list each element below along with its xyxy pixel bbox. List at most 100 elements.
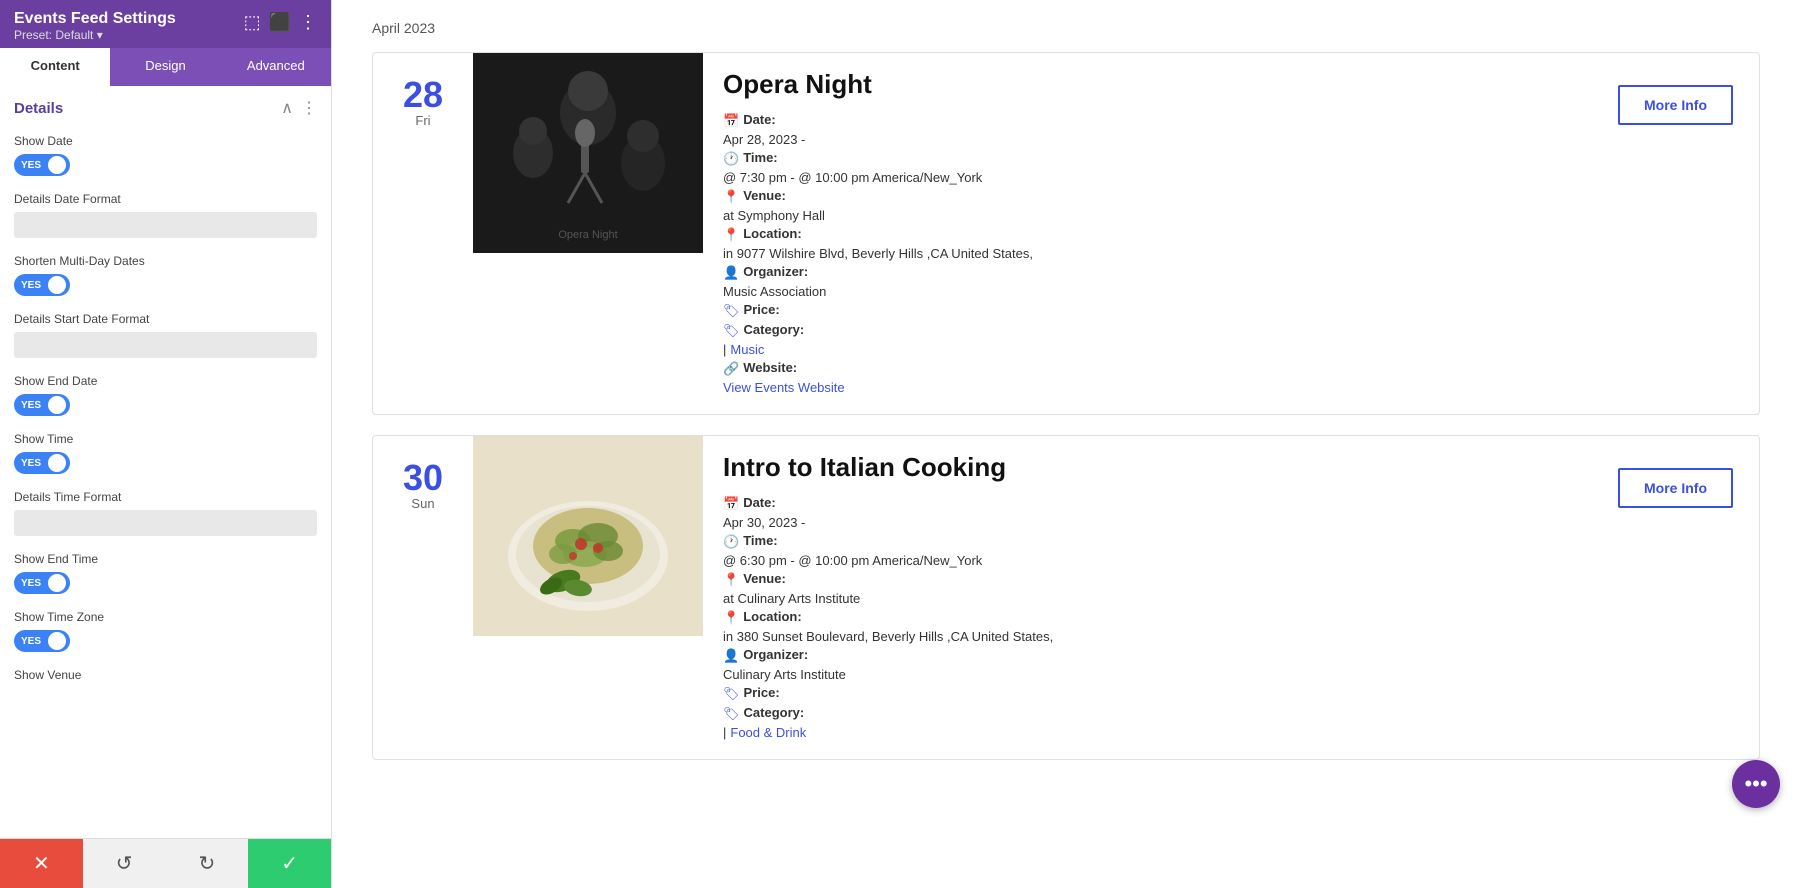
toggle-yes-label-2: YES: [16, 278, 46, 293]
close-button[interactable]: ✕: [0, 839, 83, 888]
show-time-toggle[interactable]: YES: [14, 452, 70, 474]
details-time-format-input[interactable]: [14, 510, 317, 536]
toggle-yes-label-5: YES: [16, 576, 46, 591]
cooking-day-name: Sun: [411, 496, 434, 511]
details-start-date-format-label: Details Start Date Format: [14, 312, 317, 326]
price-icon: 🏷: [723, 303, 740, 319]
toggle-knob-3: [48, 396, 66, 414]
opera-organizer-row: 👤 Organizer:: [723, 264, 1588, 281]
left-panel: Events Feed Settings Preset: Default ▾ ⬚…: [0, 0, 332, 888]
opera-website-row: 🔗 Website:: [723, 360, 1588, 377]
opera-location-label: Location:: [743, 226, 802, 241]
panel-title: Events Feed Settings: [14, 10, 176, 28]
show-end-time-toggle[interactable]: YES: [14, 572, 70, 594]
expand-icon[interactable]: ⬚: [244, 12, 261, 33]
cooking-details: Intro to Italian Cooking 📅 Date: Apr 30,…: [703, 436, 1608, 759]
opera-organizer-label: Organizer:: [743, 264, 808, 279]
show-time-label: Show Time: [14, 432, 317, 446]
event-card-opera: 28 Fri Opera Night: [372, 52, 1760, 415]
opera-card-right: More Info: [1608, 53, 1759, 141]
show-time-zone-toggle[interactable]: YES: [14, 630, 70, 652]
tab-design[interactable]: Design: [110, 48, 220, 86]
show-time-zone-row: Show Time Zone YES: [0, 602, 331, 660]
cooking-category-link[interactable]: Food & Drink: [730, 725, 806, 740]
cooking-organizer-row: 👤 Organizer:: [723, 647, 1588, 664]
section-header-icons: ∧ ⋮: [281, 98, 317, 118]
show-date-row: Show Date YES: [0, 126, 331, 184]
details-section-header: Details ∧ ⋮: [0, 86, 331, 126]
panel-header: Events Feed Settings Preset: Default ▾ ⬚…: [0, 0, 331, 48]
details-section-title: Details: [14, 100, 63, 117]
show-end-time-row: Show End Time YES: [0, 544, 331, 602]
opera-location-row: 📍 Location:: [723, 226, 1588, 243]
panel-body: Details ∧ ⋮ Show Date YES Details Date F…: [0, 86, 331, 838]
cooking-location-label: Location:: [743, 609, 802, 624]
toggle-yes-label-3: YES: [16, 398, 46, 413]
cooking-category-prefix: |: [723, 725, 726, 740]
cooking-title: Intro to Italian Cooking: [723, 452, 1588, 483]
show-venue-label: Show Venue: [14, 668, 317, 682]
cooking-time-value-row: @ 6:30 pm - @ 10:00 pm America/New_York: [723, 553, 1588, 568]
floating-bubble[interactable]: •••: [1732, 760, 1780, 808]
cooking-category-label: Category:: [744, 705, 805, 720]
cooking-image: [473, 436, 703, 636]
toggle-knob-2: [48, 276, 66, 294]
bubble-icon: •••: [1744, 771, 1767, 797]
opera-location-value-row: in 9077 Wilshire Blvd, Beverly Hills ,CA…: [723, 246, 1588, 261]
svg-text:Opera Night: Opera Night: [558, 229, 617, 241]
cooking-venue-value: at Culinary Arts Institute: [723, 591, 860, 606]
confirm-button[interactable]: ✓: [248, 839, 331, 888]
show-end-date-toggle[interactable]: YES: [14, 394, 70, 416]
venue-icon: 📍: [723, 189, 739, 205]
cooking-location-row: 📍 Location:: [723, 609, 1588, 626]
reset-button[interactable]: ↺: [83, 839, 166, 888]
show-venue-row: Show Venue: [0, 660, 331, 696]
price-icon-2: 🏷: [723, 686, 740, 702]
calendar-icon-2: 📅: [723, 496, 739, 512]
show-date-toggle[interactable]: YES: [14, 154, 70, 176]
collapse-icon[interactable]: ∧: [281, 98, 293, 118]
cooking-category-row: 🏷 Category:: [723, 705, 1588, 722]
opera-time-label: Time:: [743, 150, 777, 165]
cooking-more-info-button[interactable]: More Info: [1618, 468, 1733, 508]
cooking-venue-row: 📍 Venue:: [723, 571, 1588, 588]
cooking-date-block: 30 Sun: [373, 436, 473, 521]
details-start-date-format-input[interactable]: [14, 332, 317, 358]
details-time-format-label: Details Time Format: [14, 490, 317, 504]
opera-price-row: 🏷 Price:: [723, 302, 1588, 319]
event-card-cooking: 30 Sun: [372, 435, 1760, 760]
organizer-icon: 👤: [723, 265, 739, 281]
toggle-knob-6: [48, 632, 66, 650]
redo-button[interactable]: ↻: [166, 839, 249, 888]
opera-day-name: Fri: [415, 113, 430, 128]
opera-category-link[interactable]: Music: [730, 342, 764, 357]
toggle-yes-label-6: YES: [16, 634, 46, 649]
details-date-format-input[interactable]: [14, 212, 317, 238]
opera-date-value-row: Apr 28, 2023 -: [723, 132, 1588, 147]
panel-preset[interactable]: Preset: Default ▾: [14, 28, 176, 42]
opera-venue-label: Venue:: [743, 188, 786, 203]
toggle-knob-5: [48, 574, 66, 592]
opera-website-label: Website:: [743, 360, 797, 375]
cooking-date-row: 📅 Date:: [723, 495, 1588, 512]
cooking-venue-value-row: at Culinary Arts Institute: [723, 591, 1588, 606]
venue-icon-2: 📍: [723, 572, 739, 588]
columns-icon[interactable]: ⬛: [269, 12, 291, 33]
tab-advanced[interactable]: Advanced: [221, 48, 331, 86]
cooking-location-value: in 380 Sunset Boulevard, Beverly Hills ,…: [723, 629, 1053, 644]
cooking-time-label: Time:: [743, 533, 777, 548]
category-icon-2: 🏷: [723, 706, 740, 722]
section-options-icon[interactable]: ⋮: [301, 98, 317, 118]
toggle-knob-4: [48, 454, 66, 472]
opera-category-value-row: | Music: [723, 342, 1588, 357]
details-date-format-label: Details Date Format: [14, 192, 317, 206]
opera-organizer-value-row: Music Association: [723, 284, 1588, 299]
opera-date-value: Apr 28, 2023 -: [723, 132, 805, 147]
opera-venue-value-row: at Symphony Hall: [723, 208, 1588, 223]
opera-more-info-button[interactable]: More Info: [1618, 85, 1733, 125]
shorten-multi-day-toggle[interactable]: YES: [14, 274, 70, 296]
more-options-icon[interactable]: ⋮: [299, 12, 317, 33]
tab-content[interactable]: Content: [0, 48, 110, 86]
opera-website-link[interactable]: View Events Website: [723, 380, 845, 395]
category-icon: 🏷: [723, 323, 740, 339]
